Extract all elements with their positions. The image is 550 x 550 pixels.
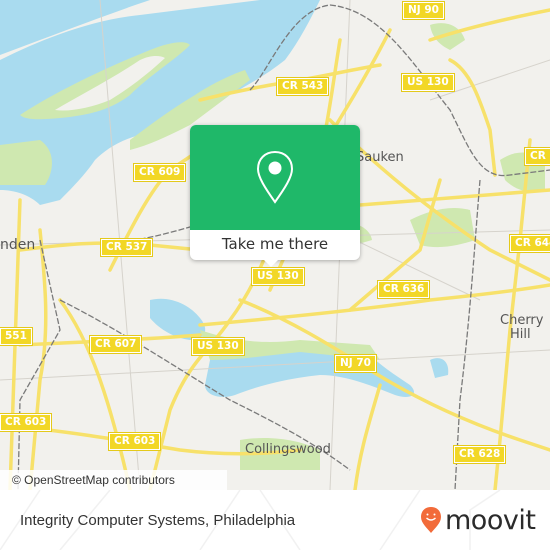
moovit-pin-icon (421, 507, 441, 533)
park-east-1 (410, 208, 475, 248)
shield-cr543: CR 543 (275, 77, 330, 96)
road-nj90-b (448, 58, 497, 177)
map-pin-icon (256, 150, 294, 204)
place-cherry-hill-line1: Cherry (500, 313, 544, 328)
place-camden: nden (0, 237, 36, 253)
shield-cr628: CR 628 (452, 445, 507, 464)
popup-header (190, 125, 360, 230)
rail-line-camden (17, 239, 61, 490)
shield-cr603-mid: CR 603 (107, 432, 162, 451)
location-title: Integrity Computer Systems, Philadelphia (20, 512, 296, 529)
shield-us130-top: US 130 (401, 73, 455, 92)
moovit-wordmark: moovit (445, 504, 536, 536)
shore-park-left (0, 140, 52, 185)
moovit-logo[interactable]: moovit (420, 504, 536, 536)
map-attribution[interactable]: © OpenStreetMap contributors (0, 470, 227, 490)
place-pennsauken: Sauken (356, 150, 404, 165)
place-collingswood: Collingswood (245, 442, 331, 457)
popup-pointer (263, 259, 279, 267)
shield-cr603-left: CR 603 (0, 413, 53, 432)
road-e-w-north (358, 188, 550, 207)
shield-cr607: CR 607 (88, 335, 143, 354)
lake-east (430, 358, 449, 378)
shield-cr537: CR 537 (99, 238, 154, 257)
road-camden (28, 228, 48, 490)
road-sw (58, 298, 132, 490)
shield-cr551: 551 (0, 327, 33, 346)
shield-cr609: CR 609 (132, 163, 187, 182)
shield-nj70: NJ 70 (334, 354, 377, 373)
shield-nj90: NJ 90 (402, 1, 445, 20)
place-cherry-hill-line2: Hill (510, 327, 531, 342)
location-popup: Take me there (190, 125, 360, 260)
shield-cr6xx: CR 6 (524, 147, 550, 166)
take-me-there-button[interactable]: Take me there (190, 230, 360, 260)
shield-cr644: CR 644 (508, 234, 550, 253)
shield-us130-center: US 130 (251, 267, 305, 286)
shield-us130-lower: US 130 (191, 337, 245, 356)
shield-cr636: CR 636 (376, 280, 431, 299)
road-nj70-south (353, 383, 382, 490)
